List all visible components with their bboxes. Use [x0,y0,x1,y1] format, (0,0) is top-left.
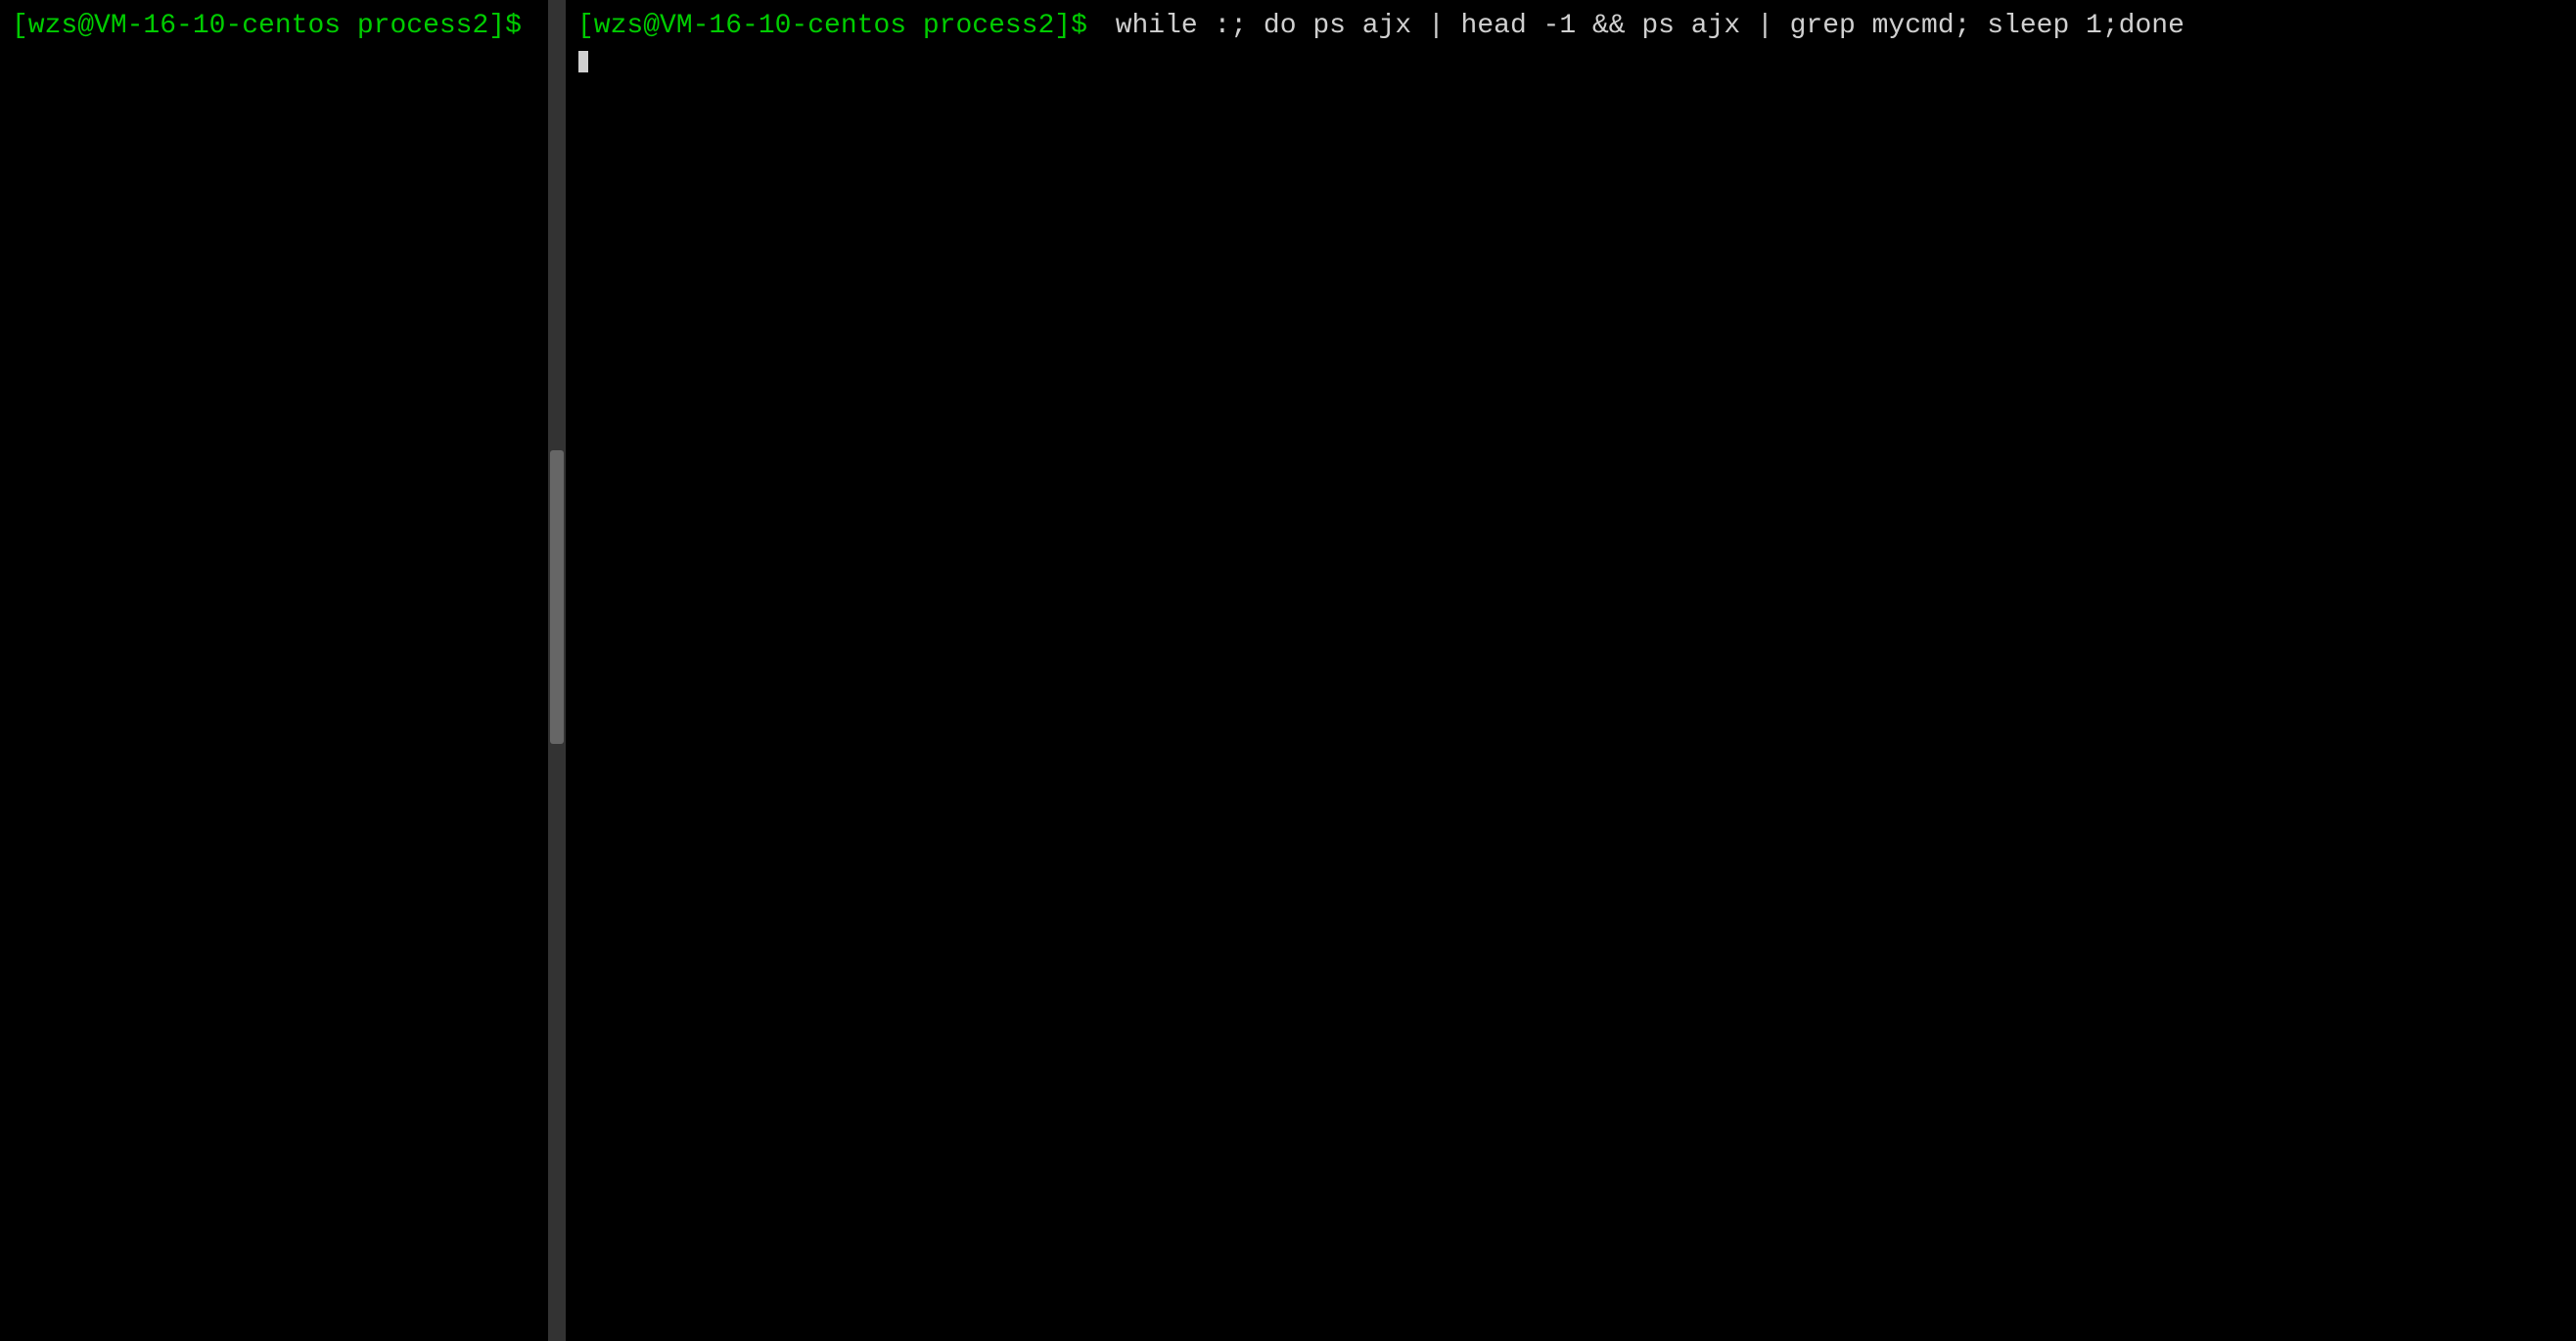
pane-divider [548,0,566,1341]
right-cursor [578,51,588,72]
left-prompt: [wzs@VM-16-10-centos process2]$ [6,6,544,47]
terminal-right[interactable]: [wzs@VM-16-10-centos process2]$ while :;… [566,0,2576,1341]
scrollbar-thumb[interactable] [550,450,564,744]
right-command: while :; do ps ajx | head -1 && ps ajx |… [1110,6,2190,47]
right-prompt: [wzs@VM-16-10-centos process2]$ [572,6,1110,47]
terminal-left[interactable]: [wzs@VM-16-10-centos process2]$ ./mycmd [0,0,548,1341]
